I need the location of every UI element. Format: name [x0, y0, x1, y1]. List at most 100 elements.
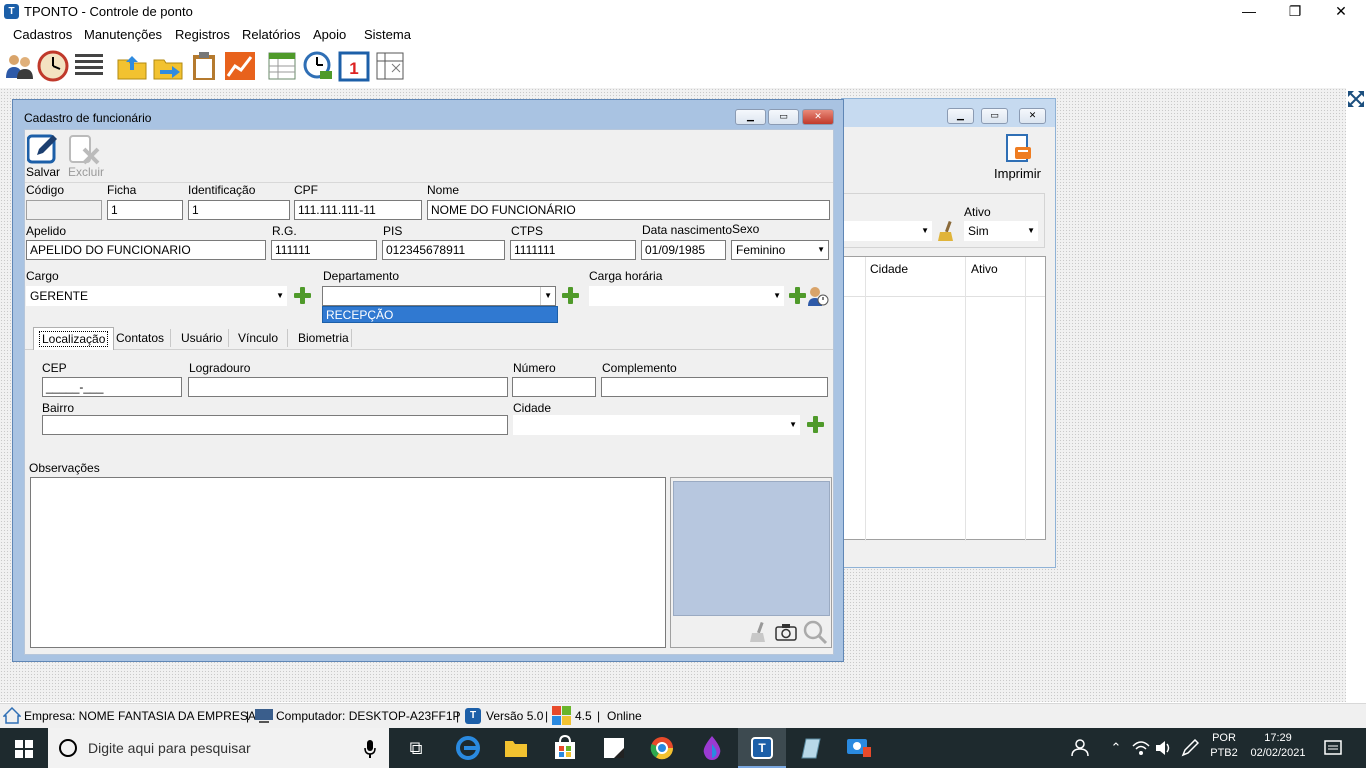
list-minimize-button[interactable]: ▁ — [947, 108, 974, 124]
windows-start-icon[interactable] — [15, 740, 33, 758]
cargo-select[interactable]: GERENTE ▼ — [26, 286, 287, 306]
complemento-field[interactable] — [601, 377, 828, 397]
status-empresa: Empresa: NOME FANTASIA DA EMPRESA — [24, 709, 256, 723]
tab-vinculo[interactable]: Vínculo — [238, 331, 278, 345]
form-close-button[interactable]: ✕ — [802, 109, 834, 125]
status-separator: | — [456, 709, 460, 723]
microphone-icon[interactable] — [364, 740, 376, 758]
list-maximize-button[interactable]: ▭ — [981, 108, 1008, 124]
clock-check-icon[interactable] — [302, 50, 334, 82]
clipboard-icon[interactable] — [188, 50, 220, 82]
folder-up-icon[interactable] — [116, 50, 148, 82]
add-cargo-icon[interactable] — [293, 286, 312, 305]
task-view-icon[interactable]: ⧉ — [404, 736, 428, 760]
remote-tool-icon[interactable] — [846, 736, 872, 760]
chart-icon[interactable] — [224, 50, 256, 82]
form-maximize-button[interactable]: ▭ — [768, 109, 799, 125]
users-icon[interactable] — [3, 50, 35, 82]
add-departamento-icon[interactable] — [561, 286, 580, 305]
form-minimize-button[interactable]: ▁ — [735, 109, 766, 125]
carga-select[interactable]: ▼ — [589, 286, 784, 306]
taskbar-search-box[interactable]: Digite aqui para pesquisar — [48, 728, 389, 768]
file-explorer-icon[interactable] — [504, 736, 528, 760]
print-label[interactable]: Imprimir — [994, 166, 1041, 181]
codigo-label: Código — [26, 183, 65, 197]
schedule-user-icon[interactable] — [807, 285, 829, 307]
add-carga-icon[interactable] — [788, 286, 807, 305]
add-cidade-icon[interactable] — [806, 415, 825, 434]
logradouro-field[interactable] — [188, 377, 508, 397]
nascimento-field[interactable]: 01/09/1985 — [641, 240, 726, 260]
ink-drop-icon[interactable] — [700, 735, 724, 761]
magnifier-icon[interactable] — [802, 619, 828, 645]
keyboard-layout: PTB2 — [1210, 747, 1238, 759]
fullscreen-icon[interactable] — [1347, 90, 1365, 108]
column-header-ativo[interactable]: Ativo — [971, 262, 998, 276]
maximize-button[interactable]: ❐ — [1272, 0, 1318, 23]
store-icon[interactable] — [553, 735, 577, 761]
edge-icon[interactable] — [456, 736, 480, 760]
grid-icon[interactable] — [374, 50, 406, 82]
save-icon[interactable] — [27, 133, 59, 165]
departamento-select[interactable]: ▼ — [322, 286, 556, 306]
notepad-tool-icon[interactable] — [798, 736, 822, 760]
column-header-cidade[interactable]: Cidade — [870, 262, 908, 276]
people-icon[interactable] — [1071, 739, 1089, 757]
bairro-field[interactable] — [42, 415, 508, 435]
tab-usuario[interactable]: Usuário — [181, 331, 222, 345]
menu-apoio[interactable]: Apoio — [313, 27, 346, 42]
departamento-option-recepcao[interactable]: RECEPÇÃO — [322, 306, 558, 323]
clock-icon[interactable] — [37, 50, 69, 82]
ficha-field[interactable]: 1 — [107, 200, 183, 220]
wifi-icon[interactable] — [1132, 740, 1150, 756]
notifications-icon[interactable] — [1324, 739, 1342, 757]
pen-icon[interactable] — [1181, 739, 1199, 757]
observacoes-field[interactable] — [30, 477, 666, 648]
menu-cadastros[interactable]: Cadastros — [13, 27, 72, 42]
ativo-combo[interactable]: Sim ▼ — [964, 221, 1038, 241]
photo-preview — [673, 481, 830, 616]
cpf-field[interactable]: 111.111.111-11 — [294, 200, 422, 220]
nome-field[interactable]: NOME DO FUNCIONÁRIO — [427, 200, 830, 220]
delete-icon[interactable] — [69, 133, 101, 165]
sticky-notes-icon[interactable] — [602, 736, 626, 760]
speaker-icon[interactable] — [1155, 740, 1173, 756]
save-label[interactable]: Salvar — [26, 165, 60, 179]
menu-manutencoes[interactable]: Manutenções — [84, 27, 162, 42]
identificacao-field[interactable]: 1 — [188, 200, 290, 220]
rg-field[interactable]: 111111 — [271, 240, 377, 260]
ctps-field[interactable]: 1111111 — [510, 240, 636, 260]
broom-icon[interactable] — [937, 220, 955, 242]
tab-contatos[interactable]: Contatos — [116, 331, 164, 345]
filter-combo[interactable]: ▼ — [842, 221, 932, 241]
minimize-button[interactable]: — — [1226, 0, 1272, 23]
tab-biometria[interactable]: Biometria — [298, 331, 349, 345]
chevron-down-icon: ▼ — [1027, 226, 1035, 235]
calendar-one-icon[interactable]: 1 — [338, 50, 370, 82]
print-icon[interactable] — [1003, 133, 1033, 165]
numero-field[interactable] — [512, 377, 596, 397]
show-hidden-icons-icon[interactable]: ⌃ — [1104, 736, 1128, 760]
menu-relatorios[interactable]: Relatórios — [242, 27, 301, 42]
sexo-select[interactable]: Feminino ▼ — [731, 240, 829, 260]
close-button[interactable]: ✕ — [1318, 0, 1364, 23]
clock[interactable]: 17:29 02/02/2021 — [1247, 732, 1309, 759]
taskbar-tponto-active[interactable]: T — [738, 728, 786, 768]
menu-sistema[interactable]: Sistema — [364, 27, 411, 42]
spreadsheet-icon[interactable] — [266, 50, 298, 82]
chrome-icon[interactable] — [650, 736, 674, 760]
broom-icon[interactable] — [749, 621, 767, 643]
menu-registros[interactable]: Registros — [175, 27, 230, 42]
cep-field[interactable]: _____-___ — [42, 377, 182, 397]
tab-localizacao[interactable]: Localização — [33, 327, 115, 350]
camera-icon[interactable] — [775, 623, 797, 641]
pis-field[interactable]: 012345678911 — [382, 240, 505, 260]
cargo-label: Cargo — [26, 269, 59, 283]
cargo-value: GERENTE — [30, 289, 89, 303]
language-indicator[interactable]: POR PTB2 — [1210, 732, 1238, 759]
list-icon[interactable] — [73, 50, 105, 82]
folder-export-icon[interactable] — [152, 50, 184, 82]
cidade-select[interactable]: ▼ — [513, 415, 800, 435]
apelido-field[interactable]: APELIDO DO FUNCIONARIO — [26, 240, 266, 260]
list-close-button[interactable]: ✕ — [1019, 108, 1046, 124]
